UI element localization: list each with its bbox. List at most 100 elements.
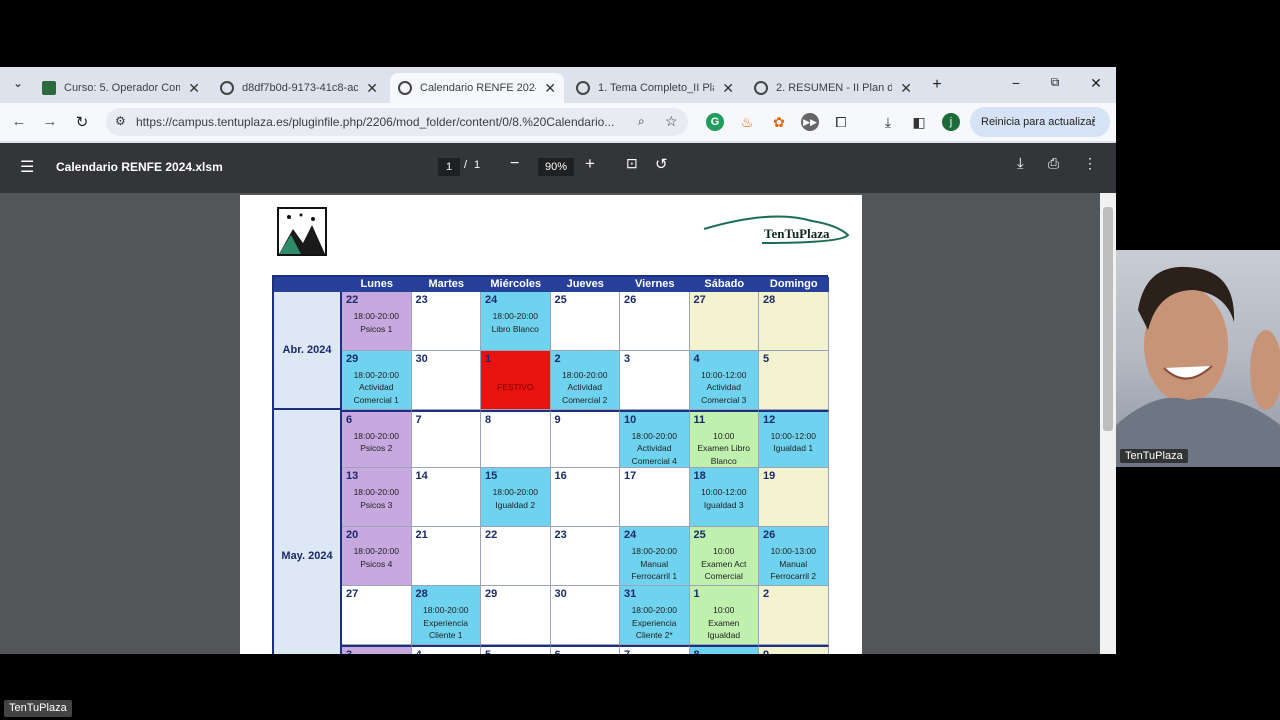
calendar-table: Lunes Martes Miércoles Jueves Viernes Sábado D…	[272, 275, 829, 654]
zoom-search-icon[interactable]: ⌕	[638, 114, 645, 129]
day-number: 11	[693, 413, 706, 426]
scrollbar[interactable]	[1100, 193, 1116, 654]
pdf-filename: Calendario RENFE 2024.xlsm	[56, 160, 223, 174]
event-line: Psicos 1	[360, 323, 393, 334]
event-text: 10:00 Examen Libro Blanco	[690, 430, 759, 468]
calendar-day-cell: 15 18:00-20:00 Igualdad 2	[481, 468, 551, 528]
day-number: 7	[415, 413, 422, 426]
close-window-icon[interactable]: ✕	[1086, 75, 1106, 92]
event-line: Examen	[708, 617, 740, 628]
fit-page-icon[interactable]: ⊡	[626, 155, 638, 172]
event-text: 18:00-20:00 Experiencia Cliente 2*	[620, 604, 689, 642]
menu-dots-icon[interactable]: ⋮	[1088, 114, 1100, 128]
event-line: 10:00	[713, 605, 735, 615]
event-line: Examen Act	[701, 558, 747, 569]
globe-icon	[220, 81, 234, 95]
page-number-input[interactable]: 1	[438, 158, 460, 176]
flame-extension-icon[interactable]: ♨	[738, 113, 756, 131]
event-text: 18:00-20:00 Psicos 2	[342, 430, 411, 455]
calendar-day-cell: 28	[759, 292, 829, 351]
tab-calendario[interactable]: Calendario RENFE 2024.x ✕	[390, 73, 564, 103]
event-line: Experiencia	[423, 617, 468, 628]
extensions-puzzle-icon[interactable]: ⧠	[832, 113, 850, 131]
tab-label: Calendario RENFE 2024.x	[420, 82, 536, 94]
brand-logo-text: TenTuPlaza	[764, 226, 830, 241]
tab-resumen[interactable]: 2. RESUMEN - II Plan de I ✕	[746, 73, 920, 103]
event-line: 10:00	[713, 430, 735, 441]
close-icon[interactable]: ✕	[366, 80, 378, 97]
zoom-level-input[interactable]: 90%	[538, 158, 574, 176]
scrollbar-thumb[interactable]	[1103, 207, 1113, 431]
browser-toolbar: ← → ↻ ⚙ https://campus.tentuplaza.es/plu…	[0, 103, 1116, 141]
back-icon[interactable]: ←	[9, 113, 29, 130]
minimize-icon[interactable]: −	[1006, 75, 1026, 91]
paint-extension-icon[interactable]: ✿	[770, 113, 788, 131]
restart-update-button[interactable]: Reinicia para actualizar ⋮	[970, 107, 1110, 137]
side-panel-icon[interactable]: ◧	[910, 113, 928, 131]
weekday-header: Domingo	[759, 277, 829, 292]
calendar-day-cell: 6	[550, 644, 620, 654]
close-icon[interactable]: ✕	[188, 80, 200, 97]
globe-icon	[754, 81, 768, 95]
close-icon[interactable]: ✕	[544, 80, 556, 97]
event-line: Manual	[640, 558, 669, 569]
day-number: 15	[485, 470, 498, 483]
day-number: 31	[624, 588, 637, 600]
new-tab-icon[interactable]: +	[927, 76, 947, 94]
restore-icon[interactable]: ⧉	[1045, 75, 1065, 90]
site-settings-icon[interactable]: ⚙	[115, 114, 126, 128]
rotate-icon[interactable]: ↺	[655, 155, 668, 173]
tab-curso[interactable]: Curso: 5. Operador Comer ✕	[34, 73, 208, 103]
calendar-day-cell: 10 18:00-20:00 Actividad Comercial 4	[620, 409, 690, 469]
day-number: 16	[554, 470, 567, 483]
calendar-day-cell: 11 10:00 Examen Libro Blanco	[689, 409, 759, 469]
day-number: 8	[485, 413, 492, 426]
event-text: 18:00-20:00 Psicos 4	[342, 545, 411, 570]
tab-tema-completo[interactable]: 1. Tema Completo_II Plan ✕	[568, 73, 742, 103]
event-text: 10:00-12:00 Igualdad 3	[690, 486, 759, 511]
day-number: 5	[763, 352, 770, 365]
print-icon[interactable]: ⎙	[1048, 155, 1059, 172]
event-text: 10:00 Examen Igualdad	[690, 604, 759, 642]
close-icon[interactable]: ✕	[900, 80, 912, 97]
hamburger-menu-icon[interactable]: ☰	[20, 157, 34, 177]
calendar-day-cell: 3	[342, 644, 412, 654]
reload-icon[interactable]: ↻	[72, 113, 92, 131]
calendar-day-cell: 3	[620, 350, 690, 410]
zoom-in-icon[interactable]: +	[585, 154, 595, 174]
tab-d8df7b0d[interactable]: d8df7b0d-9173-41c8-ac... ✕	[212, 73, 386, 103]
calendar-day-cell: 13 18:00-20:00 Psicos 3	[342, 468, 412, 528]
tab-search-icon[interactable]: ⌄	[8, 76, 28, 90]
pdf-download-icon[interactable]: ⤓	[1017, 155, 1024, 172]
event-text: 18:00-20:00 Psicos 1	[342, 310, 411, 335]
more-options-icon[interactable]: ⋮	[1083, 155, 1097, 172]
day-number: 23	[554, 529, 567, 542]
event-line: Examen Libro	[697, 443, 750, 454]
event-line: Comercial 2	[562, 394, 608, 405]
fast-forward-extension-icon[interactable]: ▶▶	[801, 113, 819, 131]
grammarly-icon[interactable]: G	[706, 113, 724, 131]
event-line: Cliente 1	[428, 630, 463, 640]
event-line: 18:00-20:00	[631, 430, 677, 441]
calendar-day-cell: 28 18:00-20:00 Experiencia Cliente 1	[411, 586, 481, 645]
day-number: 20	[346, 529, 359, 542]
day-number: 5	[485, 649, 491, 654]
profile-avatar[interactable]: j	[942, 113, 960, 131]
tab-label: 1. Tema Completo_II Plan	[598, 82, 715, 94]
forward-icon[interactable]: →	[40, 113, 60, 130]
calendar-day-cell: 29 18:00-20:00 Actividad Comercial 1	[342, 350, 412, 410]
day-number: 14	[415, 470, 428, 483]
event-line: FESTIVO	[497, 381, 534, 392]
globe-icon	[576, 81, 590, 95]
download-icon[interactable]: ⤓	[879, 113, 897, 131]
mountain-favicon-icon	[42, 81, 56, 95]
close-icon[interactable]: ✕	[722, 80, 734, 97]
calendar-day-cell: 4	[411, 644, 481, 654]
globe-icon	[398, 81, 412, 95]
bookmark-star-icon[interactable]: ☆	[665, 113, 678, 130]
month-label: Abr. 2024	[274, 292, 342, 410]
address-bar[interactable]: ⚙ https://campus.tentuplaza.es/pluginfil…	[106, 108, 688, 136]
day-number: 7	[624, 649, 630, 654]
zoom-out-icon[interactable]: −	[510, 155, 519, 173]
event-text: 10:00-13:00 Manual Ferrocarril 2	[759, 545, 828, 583]
